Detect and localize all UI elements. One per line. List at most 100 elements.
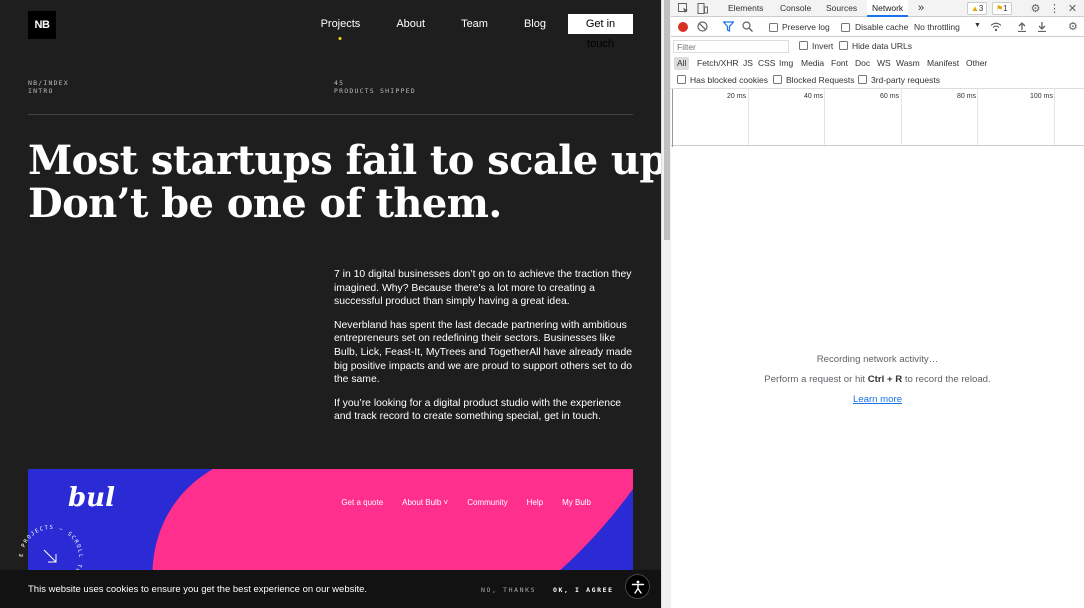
type-filter-wasm[interactable]: Wasm — [896, 57, 920, 70]
products-label: PRODUCTS SHIPPED — [334, 87, 416, 95]
tab-elements[interactable]: Elements — [728, 0, 763, 17]
blocked-requests-label: Blocked Requests — [786, 75, 855, 85]
reload-hint-pre: Perform a request or hit — [764, 374, 866, 385]
filter-icon[interactable] — [722, 21, 735, 34]
settings-gear-icon[interactable]: ⚙ — [1029, 2, 1042, 15]
type-filter-fetch-xhr[interactable]: Fetch/XHR — [697, 57, 739, 70]
tick-label: 60 ms — [880, 93, 900, 100]
type-filter-img[interactable]: Img — [779, 57, 793, 70]
meta-products: 45 PRODUCTS SHIPPED — [334, 79, 416, 95]
more-tabs-icon[interactable]: » — [918, 0, 924, 17]
type-filter-all[interactable]: All — [674, 57, 690, 70]
intro-copy: 7 in 10 digital businesses don’t go on t… — [334, 268, 634, 434]
arrow-down-right-icon — [43, 549, 57, 563]
type-filter-media[interactable]: Media — [801, 57, 824, 70]
get-in-touch-button[interactable]: Get in touch — [568, 14, 633, 50]
cookie-decline-button[interactable]: NO, THANKS — [481, 586, 536, 594]
neverbland-logo[interactable]: NB — [28, 11, 56, 39]
nav-about[interactable]: About — [396, 14, 425, 34]
intro-paragraph-1: 7 in 10 digital businesses don’t go on t… — [334, 269, 632, 308]
page-scrollbar-thumb[interactable] — [664, 0, 670, 240]
nav-projects[interactable]: Projects — [321, 14, 361, 34]
invert-checkbox[interactable] — [799, 41, 808, 50]
devtools-panel: Elements Console Sources Network » ▲3 ⚑1… — [671, 0, 1084, 608]
bulb-nav-help: Help — [526, 498, 544, 507]
warnings-count: 3 — [978, 4, 984, 13]
record-icon[interactable] — [678, 22, 688, 32]
invert-label: Invert — [812, 41, 834, 51]
issues-badge[interactable]: ⚑1 — [992, 2, 1012, 15]
meta-intro-label: INTRO — [28, 87, 54, 95]
bulb-nav: Get a quote About Bulb ˅ Community Help … — [322, 498, 591, 507]
tick-label: 20 ms — [727, 93, 747, 100]
import-har-icon[interactable] — [1017, 21, 1027, 34]
nav-team[interactable]: Team — [461, 14, 488, 34]
cookie-banner: This website uses cookies to ensure you … — [0, 570, 661, 608]
accessibility-button[interactable] — [625, 574, 650, 599]
preserve-log-checkbox[interactable] — [769, 23, 778, 32]
clear-icon[interactable] — [697, 21, 708, 34]
third-party-requests-label: 3rd-party requests — [871, 75, 940, 85]
reload-hint-post: to record the reload. — [904, 374, 991, 385]
tab-sources[interactable]: Sources — [826, 0, 857, 17]
devtools-tabbar: Elements Console Sources Network » ▲3 ⚑1… — [671, 0, 1084, 17]
hide-data-urls-checkbox[interactable] — [839, 41, 848, 50]
timeline-gridline — [977, 89, 978, 147]
type-filter-js[interactable]: JS — [743, 57, 753, 70]
blocked-requests-checkbox[interactable] — [773, 75, 782, 84]
bulb-nav-quote: Get a quote — [341, 498, 384, 507]
headline-line-1: Most startups fail to scale up. — [28, 137, 661, 184]
throttling-select[interactable]: No throttling — [914, 22, 960, 32]
inspect-element-icon[interactable] — [677, 2, 690, 15]
third-party-requests-checkbox[interactable] — [858, 75, 867, 84]
search-icon[interactable] — [742, 21, 753, 34]
cookie-accept-button[interactable]: OK, I AGREE — [553, 586, 614, 594]
nav-blog[interactable]: Blog — [524, 14, 546, 34]
type-filter-font[interactable]: Font — [831, 57, 848, 70]
reload-shortcut: Ctrl + R — [867, 374, 903, 385]
disable-cache-checkbox[interactable] — [841, 23, 850, 32]
reload-hint: Perform a request or hit Ctrl + R to rec… — [671, 374, 1084, 385]
timeline-gridline — [901, 89, 902, 147]
tick-label: 40 ms — [804, 93, 824, 100]
has-blocked-cookies-checkbox[interactable] — [677, 75, 686, 84]
bulb-nav-community: Community — [467, 498, 508, 507]
accessibility-icon — [631, 580, 644, 594]
network-settings-icon[interactable]: ⚙ — [1068, 20, 1078, 33]
timeline-gridline — [748, 89, 749, 147]
learn-more-row: Learn more — [671, 394, 1084, 405]
close-icon[interactable]: ✕ — [1066, 2, 1079, 15]
learn-more-link[interactable]: Learn more — [853, 394, 902, 405]
hide-data-urls-label: Hide data URLs — [852, 41, 913, 51]
network-overview-timeline[interactable]: 20 ms 40 ms 60 ms 80 ms 100 ms — [671, 88, 1084, 147]
filter-input[interactable] — [673, 40, 789, 53]
more-options-icon[interactable]: ⋮ — [1048, 2, 1061, 15]
intro-paragraph-2: Neverbland has spent the last decade par… — [334, 319, 633, 386]
network-toolbar: Preserve log Disable cache No throttling… — [671, 18, 1084, 37]
divider — [28, 114, 633, 115]
issues-count: 1 — [1003, 4, 1008, 13]
throttling-dropdown-icon[interactable]: ▼ — [974, 22, 981, 29]
preserve-log-label: Preserve log — [782, 22, 830, 32]
hero-headline: Most startups fail to scale up. Don’t be… — [28, 139, 661, 225]
bulb-nav-about: About Bulb ˅ — [402, 498, 449, 507]
meta-index: NB/INDEX INTRO — [28, 79, 69, 95]
type-filter-ws[interactable]: WS — [877, 57, 891, 70]
tab-console[interactable]: Console — [780, 0, 811, 17]
export-har-icon[interactable] — [1037, 21, 1047, 34]
type-filter-other[interactable]: Other — [966, 57, 987, 70]
tick-label: 100 ms — [1030, 93, 1053, 100]
network-conditions-icon[interactable] — [990, 22, 1002, 34]
warnings-badge[interactable]: ▲3 — [967, 2, 988, 15]
type-filter-manifest[interactable]: Manifest — [927, 57, 959, 70]
tab-network[interactable]: Network — [867, 0, 909, 17]
device-toolbar-icon[interactable] — [696, 2, 709, 15]
type-filter-doc[interactable]: Doc — [855, 57, 870, 70]
warning-icon: ▲ — [971, 4, 979, 13]
headline-line-2: Don’t be one of them. — [28, 180, 502, 227]
website-viewport: NB Projects About Team Blog Get in touch… — [0, 0, 661, 608]
type-filter-css[interactable]: CSS — [758, 57, 775, 70]
page-scrollbar[interactable] — [661, 0, 671, 608]
has-blocked-cookies-label: Has blocked cookies — [690, 75, 768, 85]
timeline-start-line — [672, 89, 673, 147]
